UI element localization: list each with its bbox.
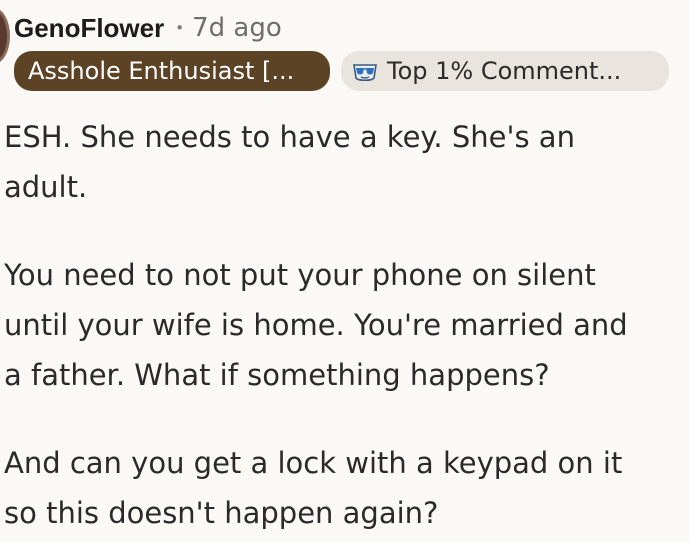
comment-timestamp[interactable]: 7d ago bbox=[192, 13, 282, 43]
comment-paragraph: And can you get a lock with a keypad on … bbox=[4, 446, 623, 530]
top-comment-award[interactable]: Top 1% Comment... bbox=[341, 51, 669, 91]
comment-paragraph: ESH. She needs to have a key. She's an a… bbox=[4, 120, 575, 204]
username-link[interactable]: GenoFlower bbox=[14, 13, 164, 44]
user-avatar[interactable] bbox=[0, 8, 10, 64]
award-label: Top 1% Comment... bbox=[387, 57, 622, 85]
sunglasses-award-icon bbox=[353, 64, 377, 82]
comment-body: ESH. She needs to have a key. She's an a… bbox=[4, 112, 684, 538]
user-flair[interactable]: Asshole Enthusiast [... bbox=[14, 51, 330, 91]
meta-separator: • bbox=[175, 19, 185, 37]
comment-paragraph: You need to not put your phone on silent… bbox=[4, 258, 628, 392]
flair-row: Asshole Enthusiast [... Top 1% Comment..… bbox=[14, 51, 669, 91]
comment-header: GenoFlower • 7d ago bbox=[14, 10, 282, 46]
